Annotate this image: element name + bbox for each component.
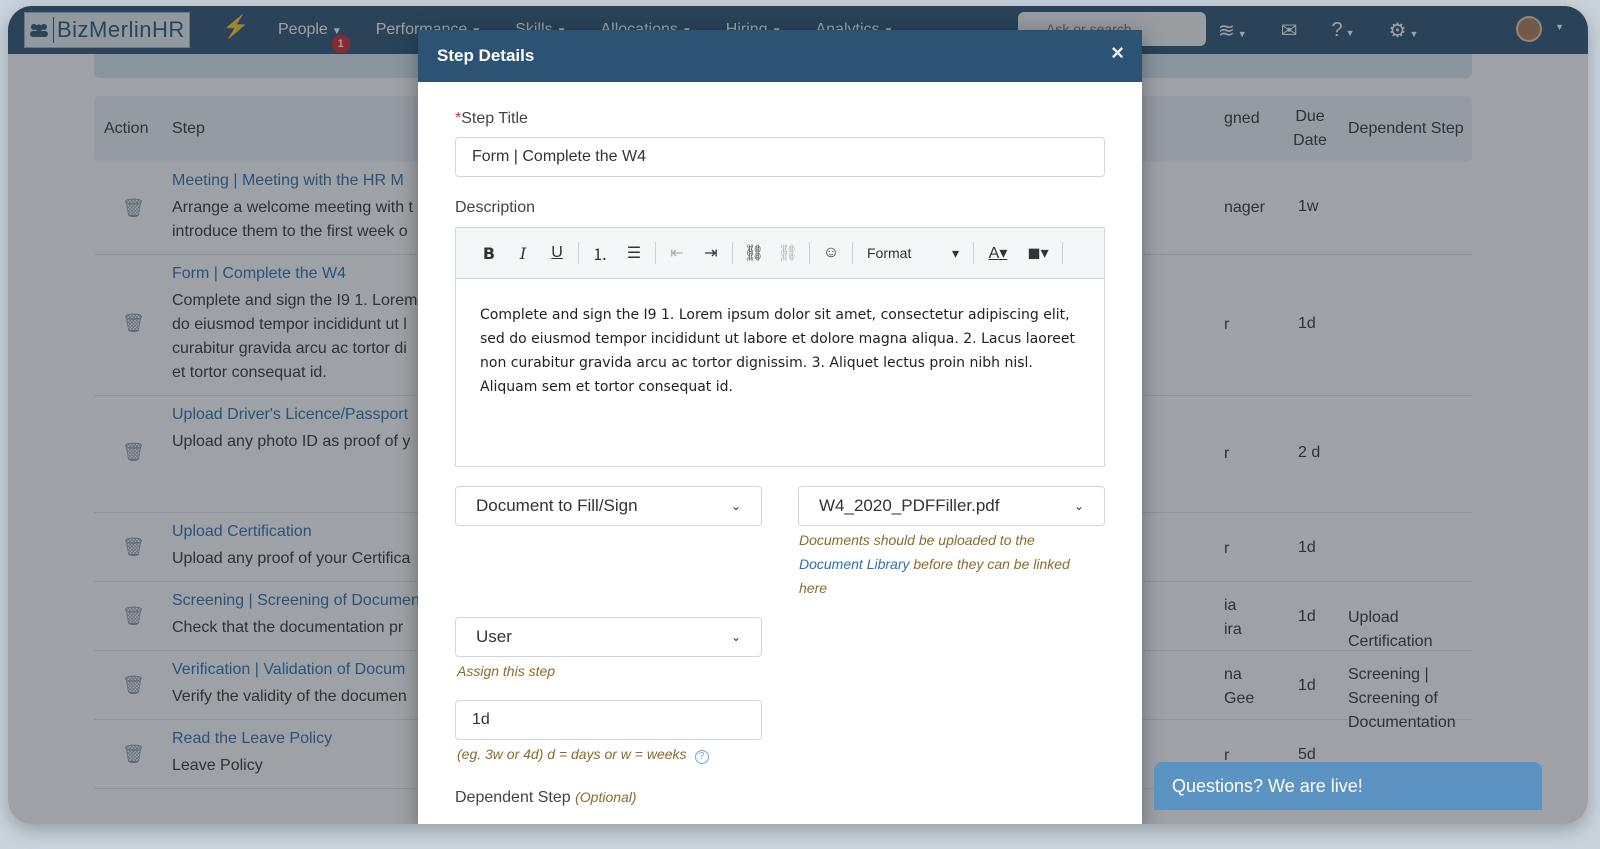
step-title-value: Form | Complete the W4 — [472, 148, 646, 165]
link-icon[interactable]: ⛓ — [737, 243, 771, 263]
caret-down-icon: ▾ — [951, 244, 959, 261]
document-hint: Documents should be uploaded to the Docu… — [799, 528, 1089, 600]
document-library-link[interactable]: Document Library — [799, 556, 910, 572]
chevron-down-icon: ⌄ — [730, 499, 741, 513]
due-input[interactable]: 1d — [455, 700, 762, 740]
outdent-icon[interactable]: ⇤ — [660, 243, 694, 263]
due-hint-text: (eg. 3w or 4d) d = days or w = weeks — [457, 746, 687, 762]
indent-icon[interactable]: ⇥ — [694, 243, 728, 263]
bold-button[interactable]: B — [472, 244, 506, 263]
toolbar-divider — [732, 242, 733, 264]
live-chat-button[interactable]: Questions? We are live! — [1154, 762, 1542, 810]
description-editor: B I U ⒈ ☰ ⇤ ⇥ ⛓ ⛓ ☺ Format ▾ A▾ ◼▾ Compl… — [455, 227, 1105, 467]
editor-toolbar: B I U ⒈ ☰ ⇤ ⇥ ⛓ ⛓ ☺ Format ▾ A▾ ◼▾ — [456, 228, 1104, 279]
document-value: W4_2020_PDFFiller.pdf — [819, 496, 1000, 515]
app-window: BizMerlinHR ⚡ People▼1 Performance▼ Skil… — [8, 6, 1588, 824]
step-title-input[interactable]: Form | Complete the W4 — [455, 137, 1105, 177]
underline-button[interactable]: U — [540, 244, 574, 262]
toolbar-divider — [852, 242, 853, 264]
format-label: Format — [867, 244, 912, 261]
bulleted-list-icon[interactable]: ☰ — [617, 243, 651, 263]
toolbar-divider — [1062, 242, 1063, 264]
due-value: 1d — [472, 711, 490, 728]
background-color-icon[interactable]: ◼▾ — [1018, 243, 1058, 263]
chat-label: Questions? We are live! — [1172, 775, 1363, 796]
italic-button[interactable]: I — [506, 244, 540, 263]
question-icon[interactable]: ? — [694, 750, 709, 764]
dialog-title: Step Details — [437, 46, 535, 65]
step-title-label-text: Step Title — [461, 110, 528, 127]
assignee-hint: Assign this step — [457, 663, 556, 679]
text-color-icon[interactable]: A▾ — [978, 243, 1018, 263]
format-dropdown[interactable]: Format ▾ — [857, 245, 969, 262]
step-type-value: Document to Fill/Sign — [476, 496, 638, 515]
toolbar-divider — [655, 242, 656, 264]
step-title-label: *Step Title — [455, 110, 528, 128]
optional-marker: (Optional) — [575, 789, 637, 805]
chevron-down-icon: ⌄ — [1073, 499, 1084, 513]
dependent-step-label-text: Dependent Step — [455, 789, 571, 806]
document-select[interactable]: W4_2020_PDFFiller.pdf ⌄ — [798, 486, 1105, 526]
assignee-select[interactable]: User ⌄ — [455, 617, 762, 657]
chevron-down-icon: ⌄ — [730, 630, 741, 644]
document-hint-text: Documents should be uploaded to the — [799, 532, 1035, 548]
unlink-icon[interactable]: ⛓ — [771, 243, 805, 263]
description-text[interactable]: Complete and sign the I9 1. Lorem ipsum … — [456, 279, 1104, 423]
toolbar-divider — [809, 242, 810, 264]
step-details-dialog: Step Details × *Step Title Form | Comple… — [418, 30, 1142, 824]
numbered-list-icon[interactable]: ⒈ — [583, 241, 617, 265]
toolbar-divider — [578, 242, 579, 264]
description-label: Description — [455, 199, 536, 216]
assignee-value: User — [476, 627, 512, 646]
step-type-select[interactable]: Document to Fill/Sign ⌄ — [455, 486, 762, 526]
toolbar-divider — [973, 242, 974, 264]
emoji-icon[interactable]: ☺ — [814, 244, 848, 262]
dependent-step-label: Dependent Step (Optional) — [455, 785, 637, 809]
close-icon[interactable]: × — [1111, 40, 1124, 66]
due-hint: (eg. 3w or 4d) d = days or w = weeks? — [457, 742, 709, 766]
dialog-header: Step Details × — [418, 30, 1142, 82]
